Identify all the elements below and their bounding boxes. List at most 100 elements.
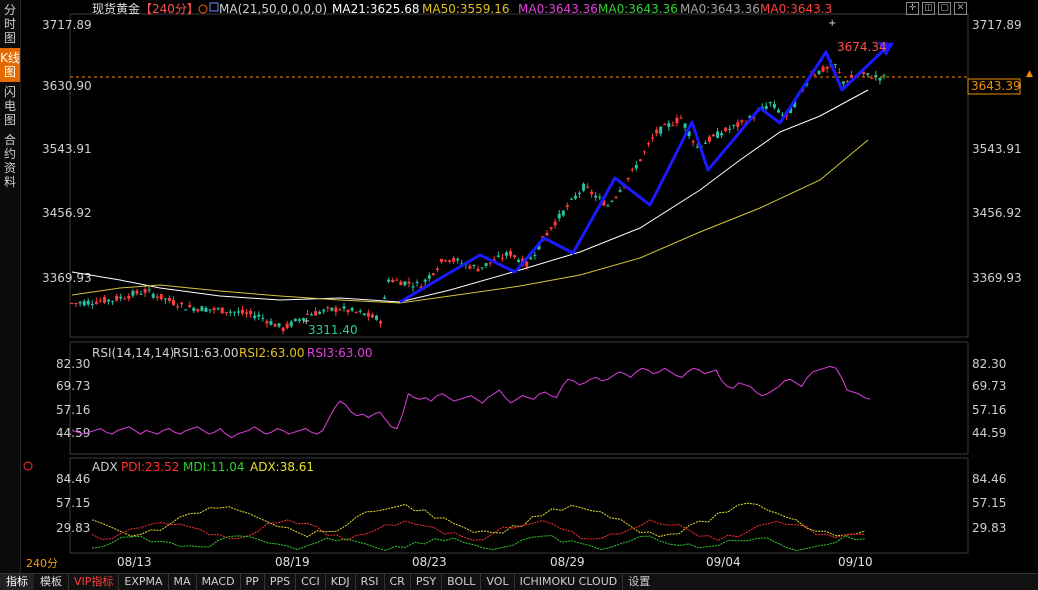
candle-body — [293, 318, 297, 322]
indicator-tab-macd[interactable]: MACD — [195, 574, 240, 590]
candle-body — [606, 205, 610, 207]
candle-body — [423, 279, 427, 282]
candle-body — [135, 290, 139, 294]
trend-arrow-line — [399, 44, 890, 304]
indicator-tab-psy[interactable]: PSY — [409, 574, 441, 590]
low-price-label: 3311.40 — [308, 323, 358, 337]
candle-body — [245, 312, 249, 314]
period-selector[interactable]: 240分 — [26, 555, 58, 571]
candle-body — [119, 296, 123, 299]
candle-body — [269, 321, 273, 325]
sidebar-tab-kline[interactable]: K线图 — [0, 48, 20, 82]
candle-body — [647, 143, 651, 145]
candle-body — [545, 232, 549, 236]
indicator-tab-vol[interactable]: VOL — [480, 574, 513, 590]
header-ma21: MA21:3625.68 — [332, 2, 420, 16]
sidebar-tab-flash[interactable]: 闪电图 — [0, 82, 20, 130]
candle-body — [500, 257, 504, 259]
candle-body — [703, 142, 707, 144]
candle-body — [439, 258, 443, 262]
candle-body — [342, 306, 346, 309]
candle-body — [375, 315, 378, 320]
price-axis-right-0: 3717.89 — [972, 18, 1022, 32]
candle-body — [663, 124, 667, 126]
close-icon[interactable]: ✕ — [954, 2, 967, 15]
candle-body — [565, 205, 569, 208]
adx-axis-right-2: 29.83 — [972, 521, 1006, 535]
candle-body — [882, 75, 886, 77]
tab-template[interactable]: 模板 — [34, 574, 68, 590]
mdi-value: MDI:11.04 — [183, 460, 245, 474]
candle-body — [346, 309, 350, 313]
indicator-tab-expma[interactable]: EXPMA — [118, 574, 167, 590]
candle-body — [764, 105, 768, 109]
candle-body — [334, 307, 338, 312]
chart-area[interactable]: 现货黄金 【240分】 MA(21,50,0,0,0,0) MA21:3625.68 M… — [20, 0, 1038, 573]
candle-body — [598, 196, 602, 198]
adx-value: ADX:38.61 — [250, 460, 314, 474]
candle-body — [732, 124, 736, 126]
candle-body — [728, 128, 732, 130]
candle-body — [204, 307, 208, 312]
candle-body — [618, 190, 622, 192]
candle-body — [123, 298, 127, 300]
candle-body — [220, 307, 224, 314]
candle-body — [695, 146, 699, 148]
candle-body — [557, 213, 561, 219]
crosshair-icon[interactable]: ✛ — [906, 2, 919, 15]
adx-label: ADX — [92, 460, 118, 474]
adx-axis-right-0: 84.46 — [972, 472, 1006, 486]
candle-body — [508, 251, 512, 256]
candle-body — [768, 101, 772, 104]
candle-body — [322, 309, 326, 312]
indicator-tab-pp[interactable]: PP — [239, 574, 264, 590]
candle-body — [415, 281, 419, 283]
price-axis-right-3: 3456.92 — [972, 206, 1022, 220]
candle-body — [626, 177, 630, 180]
sidebar-tab-contract[interactable]: 合约资料 — [0, 130, 20, 192]
indicator-tab-vip指标[interactable]: VIP指标 — [68, 574, 118, 590]
sidebar-tab-timeshare[interactable]: 分时图 — [0, 0, 20, 48]
candle-body — [630, 169, 634, 171]
candle-body — [691, 141, 695, 143]
header-period: 【240分】 — [140, 2, 199, 16]
indicator-tab-ichimoku-cloud[interactable]: ICHIMOKU CLOUD — [513, 574, 623, 590]
candle-body — [354, 311, 358, 313]
indicator-tab-boll[interactable]: BOLL — [441, 574, 480, 590]
rsi-line — [71, 365, 871, 439]
candle-body — [569, 198, 573, 200]
date-label-2: 08/23 — [412, 555, 447, 569]
candle-body — [655, 129, 659, 134]
candle-body — [679, 117, 683, 119]
candle-body — [366, 312, 370, 317]
indicator-tab-设置[interactable]: 设置 — [622, 574, 655, 590]
indicator-tab-cci[interactable]: CCI — [295, 574, 325, 590]
candle-body — [159, 294, 163, 300]
candle-body — [651, 137, 655, 139]
candle-body — [90, 303, 94, 305]
indicator-tab-ma[interactable]: MA — [167, 574, 196, 590]
pdi-value: PDI:23.52 — [121, 460, 179, 474]
adx-axis-left-1: 57.15 — [56, 496, 90, 510]
candle-body — [236, 311, 240, 313]
current-price-label: 3643.39 — [971, 79, 1021, 93]
rsi-axis-left-2: 57.16 — [56, 403, 90, 417]
candle-body — [841, 81, 845, 84]
candle-body — [582, 183, 586, 191]
date-label-3: 08/29 — [550, 555, 585, 569]
candle-body — [192, 307, 196, 312]
adx-line — [91, 502, 866, 538]
indicator-tab-pps[interactable]: PPS — [263, 574, 295, 590]
candle-body — [529, 257, 533, 260]
tab-indicators[interactable]: 指标 — [0, 574, 34, 590]
zoom-icon[interactable]: ◫ — [922, 2, 935, 15]
candle-body — [212, 307, 216, 310]
candle-body — [216, 308, 220, 310]
expand-icon[interactable]: ▢ — [938, 2, 951, 15]
indicator-tab-rsi[interactable]: RSI — [354, 574, 384, 590]
indicator-tab-cr[interactable]: CR — [383, 574, 410, 590]
indicator-tab-kdj[interactable]: KDJ — [324, 574, 355, 590]
candle-body — [338, 309, 342, 311]
mdi-line — [91, 535, 866, 552]
candle-body — [224, 312, 228, 314]
